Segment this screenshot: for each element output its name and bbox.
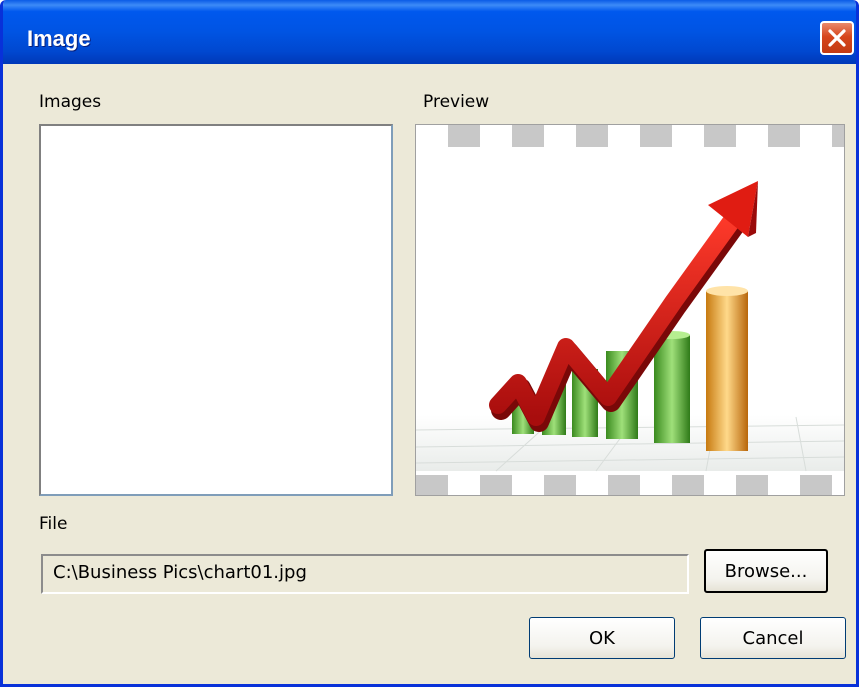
browse-button[interactable]: Browse... [704,549,828,593]
images-label: Images [39,92,102,112]
file-path-field[interactable]: C:\Business Pics\chart01.jpg [41,554,689,594]
ok-button[interactable]: OK [529,617,675,659]
file-label: File [39,514,68,534]
chart-growth-arrow-image [416,125,844,495]
images-list[interactable] [39,124,393,496]
preview-label: Preview [423,92,490,112]
transparency-checker-bottom [416,475,832,495]
close-icon [828,29,846,47]
title-bar[interactable]: Image [3,0,856,64]
transparency-checker-top [448,125,844,147]
dialog-title: Image [27,26,91,51]
close-button[interactable] [820,21,854,55]
image-dialog: Image Images Preview File C:\Business Pi… [0,0,859,687]
preview-pane [415,124,845,496]
cancel-button[interactable]: Cancel [700,617,846,659]
